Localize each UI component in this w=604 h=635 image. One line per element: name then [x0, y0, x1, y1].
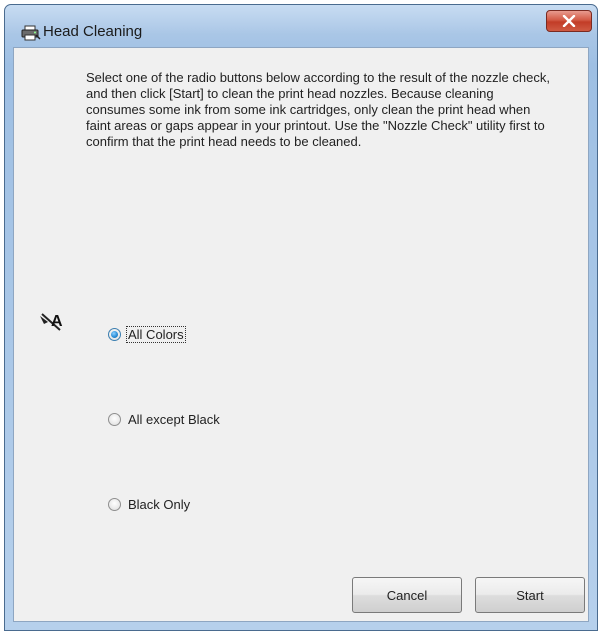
- option-all-colors[interactable]: All Colors: [108, 324, 186, 344]
- instructions-text: Select one of the radio buttons below ac…: [86, 70, 550, 149]
- radio-black-only[interactable]: [108, 497, 121, 511]
- svg-text:A: A: [51, 313, 63, 330]
- option-black-only[interactable]: Black Only: [108, 494, 191, 514]
- radio-all-colors[interactable]: [108, 327, 121, 341]
- option-label: All Colors: [126, 325, 186, 343]
- close-icon: [562, 15, 576, 27]
- printer-icon: [21, 25, 41, 41]
- dialog-client-area: Select one of the radio buttons below ac…: [13, 47, 589, 622]
- radio-all-except-black[interactable]: [108, 412, 121, 426]
- option-label: Black Only: [128, 496, 191, 512]
- option-label: All except Black: [128, 411, 220, 427]
- head-cleaning-window: Head Cleaning Select one of the radio bu…: [4, 4, 598, 631]
- option-all-except-black[interactable]: All except Black: [108, 409, 221, 429]
- window-title: Head Cleaning: [43, 23, 143, 40]
- close-button[interactable]: [546, 10, 592, 32]
- busy-cursor-icon: A: [38, 310, 72, 345]
- cancel-button[interactable]: Cancel: [352, 577, 462, 613]
- start-button[interactable]: Start: [475, 577, 585, 613]
- title-bar[interactable]: Head Cleaning: [5, 5, 597, 47]
